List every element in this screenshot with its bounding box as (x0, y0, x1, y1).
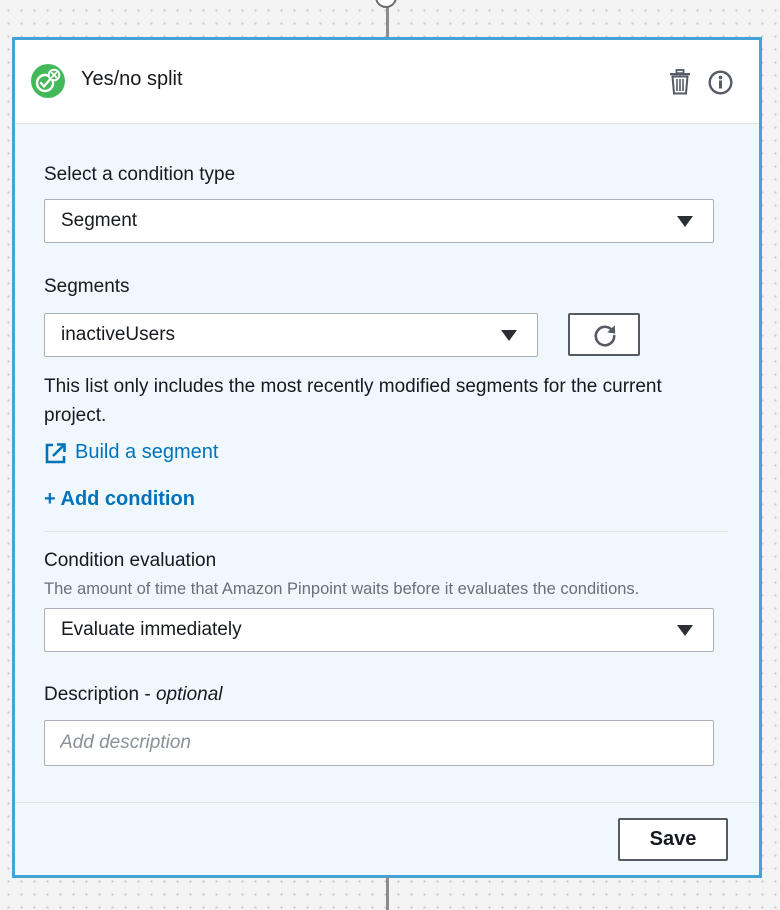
add-condition-link[interactable]: + Add condition (44, 488, 195, 511)
condition-evaluation-label: Condition evaluation (44, 550, 217, 571)
section-divider (44, 531, 728, 532)
segments-select[interactable]: inactiveUsers (44, 313, 538, 357)
condition-evaluation-description: The amount of time that Amazon Pinpoint … (44, 580, 640, 598)
condition-type-value: Segment (61, 210, 138, 231)
segments-value: inactiveUsers (61, 324, 176, 345)
condition-type-label: Select a condition type (44, 164, 236, 185)
external-link-icon[interactable] (44, 442, 67, 465)
description-label-text: Description (44, 684, 140, 705)
caret-down-icon (501, 330, 517, 341)
description-input[interactable] (44, 720, 714, 766)
build-segment-link[interactable]: Build a segment (75, 441, 218, 464)
segments-help-text: This list only includes the most recentl… (44, 376, 662, 426)
yes-no-split-icon (31, 64, 65, 98)
panel-header: Yes/no split (15, 40, 759, 124)
save-button[interactable]: Save (618, 818, 728, 861)
refresh-segments-button[interactable] (568, 313, 640, 356)
info-icon[interactable] (708, 70, 733, 95)
trash-icon[interactable] (669, 69, 691, 95)
condition-type-select[interactable]: Segment (44, 199, 714, 243)
caret-down-icon (677, 625, 693, 636)
description-label: Description - optional (44, 684, 223, 706)
panel-footer: Save (15, 802, 759, 876)
connector-line-bottom (386, 877, 389, 910)
condition-evaluation-value: Evaluate immediately (61, 619, 242, 640)
segments-label: Segments (44, 276, 130, 297)
panel-title: Yes/no split (81, 68, 183, 90)
yes-no-split-panel: Yes/no split Select a condition type Seg… (12, 37, 762, 878)
optional-tag: optional (155, 684, 223, 705)
description-label-separator: - (139, 684, 156, 705)
refresh-icon (594, 325, 616, 347)
connector-handle[interactable] (375, 0, 397, 8)
condition-evaluation-select[interactable]: Evaluate immediately (44, 608, 714, 652)
caret-down-icon (677, 216, 693, 227)
